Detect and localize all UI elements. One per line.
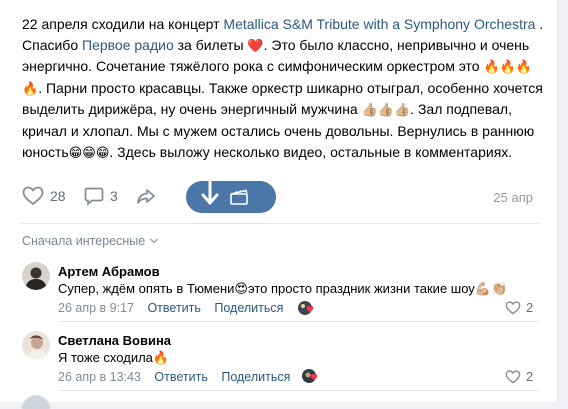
comment-emoji: 💪🏼👏🏼 (474, 281, 508, 296)
clapperboard-icon (230, 189, 248, 205)
post-text-part: . Здесь выложу несколько видео, остальны… (109, 143, 513, 160)
like-count: 28 (50, 188, 66, 204)
post-text-part: 22 апреля сходили на концерт (22, 16, 224, 32)
avatar[interactable] (22, 395, 50, 409)
thumbs-emoji: 👍🏼👍🏼👍🏼 (361, 102, 411, 118)
comment-like-button[interactable]: 2 (505, 369, 533, 384)
share-link[interactable]: Поделиться (214, 301, 283, 315)
comment-button[interactable]: 3 (84, 186, 118, 206)
comment-meta: 26 апр в 9:17 Ответить Поделиться (58, 301, 293, 315)
comment-like-count: 2 (526, 300, 534, 315)
comment-date[interactable]: 26 апр в 9:17 (58, 301, 134, 315)
post-card: 22 апреля сходили на концерт Metallica S… (0, 0, 558, 409)
reaction-icon[interactable] (301, 367, 323, 385)
post-text-part: за билеты (173, 36, 248, 53)
post-date[interactable]: 25 апр (493, 190, 533, 205)
share-button[interactable] (136, 186, 156, 206)
heart-emoji: ❤️ (247, 37, 264, 53)
share-link[interactable]: Поделиться (221, 370, 290, 384)
divider (58, 321, 540, 322)
heart-icon (505, 300, 521, 314)
reply-link[interactable]: Ответить (147, 301, 200, 315)
radio-link[interactable]: Первое радио (82, 37, 174, 53)
divider (20, 223, 540, 224)
comment-text-part: это просто праздник жизни такие шоу (247, 281, 475, 296)
comment-text: Супер, ждём опять в Тюмени😍это просто пр… (58, 281, 507, 297)
comment-emoji: 🔥 (152, 350, 170, 365)
comment-icon (84, 187, 104, 206)
heart-icon (505, 369, 521, 383)
event-link[interactable]: Metallica S&M Tribute with a Symphony Or… (223, 16, 535, 32)
reaction-icon[interactable] (297, 299, 319, 317)
comment-author[interactable]: Светлана Вовина (58, 333, 171, 348)
comment-text-part: Супер, ждём опять в Тюмени (58, 281, 235, 296)
divider (58, 390, 540, 391)
comment-sort-dropdown[interactable]: Сначала интересные (22, 234, 159, 248)
share-icon (137, 189, 155, 204)
like-button[interactable]: 28 (22, 186, 66, 206)
avatar[interactable] (22, 262, 50, 290)
avatar[interactable] (22, 331, 50, 359)
comment-emoji: 😍 (234, 281, 248, 296)
reply-link[interactable]: Ответить (154, 370, 207, 384)
grin-emoji: 😁😁😁 (68, 144, 110, 160)
post-text: 22 апреля сходили на концерт Metallica S… (22, 14, 547, 163)
comment-author[interactable]: Артем Абрамов (58, 264, 160, 279)
sort-label: Сначала интересные (22, 234, 146, 248)
comment-meta: 26 апр в 13:43 Ответить Поделиться (58, 370, 300, 384)
comment-text-part: Я тоже сходила (58, 350, 153, 365)
comment-like-button[interactable]: 2 (505, 300, 533, 315)
comment-text: Я тоже сходила🔥 (58, 350, 169, 366)
heart-icon (22, 186, 44, 206)
video-control-pill[interactable] (186, 178, 276, 213)
comment-date[interactable]: 26 апр в 13:43 (58, 370, 141, 384)
chevron-down-icon (150, 238, 159, 244)
comment-count: 3 (110, 188, 118, 204)
download-arrow-icon (201, 178, 219, 205)
comment-like-count: 2 (526, 369, 534, 384)
